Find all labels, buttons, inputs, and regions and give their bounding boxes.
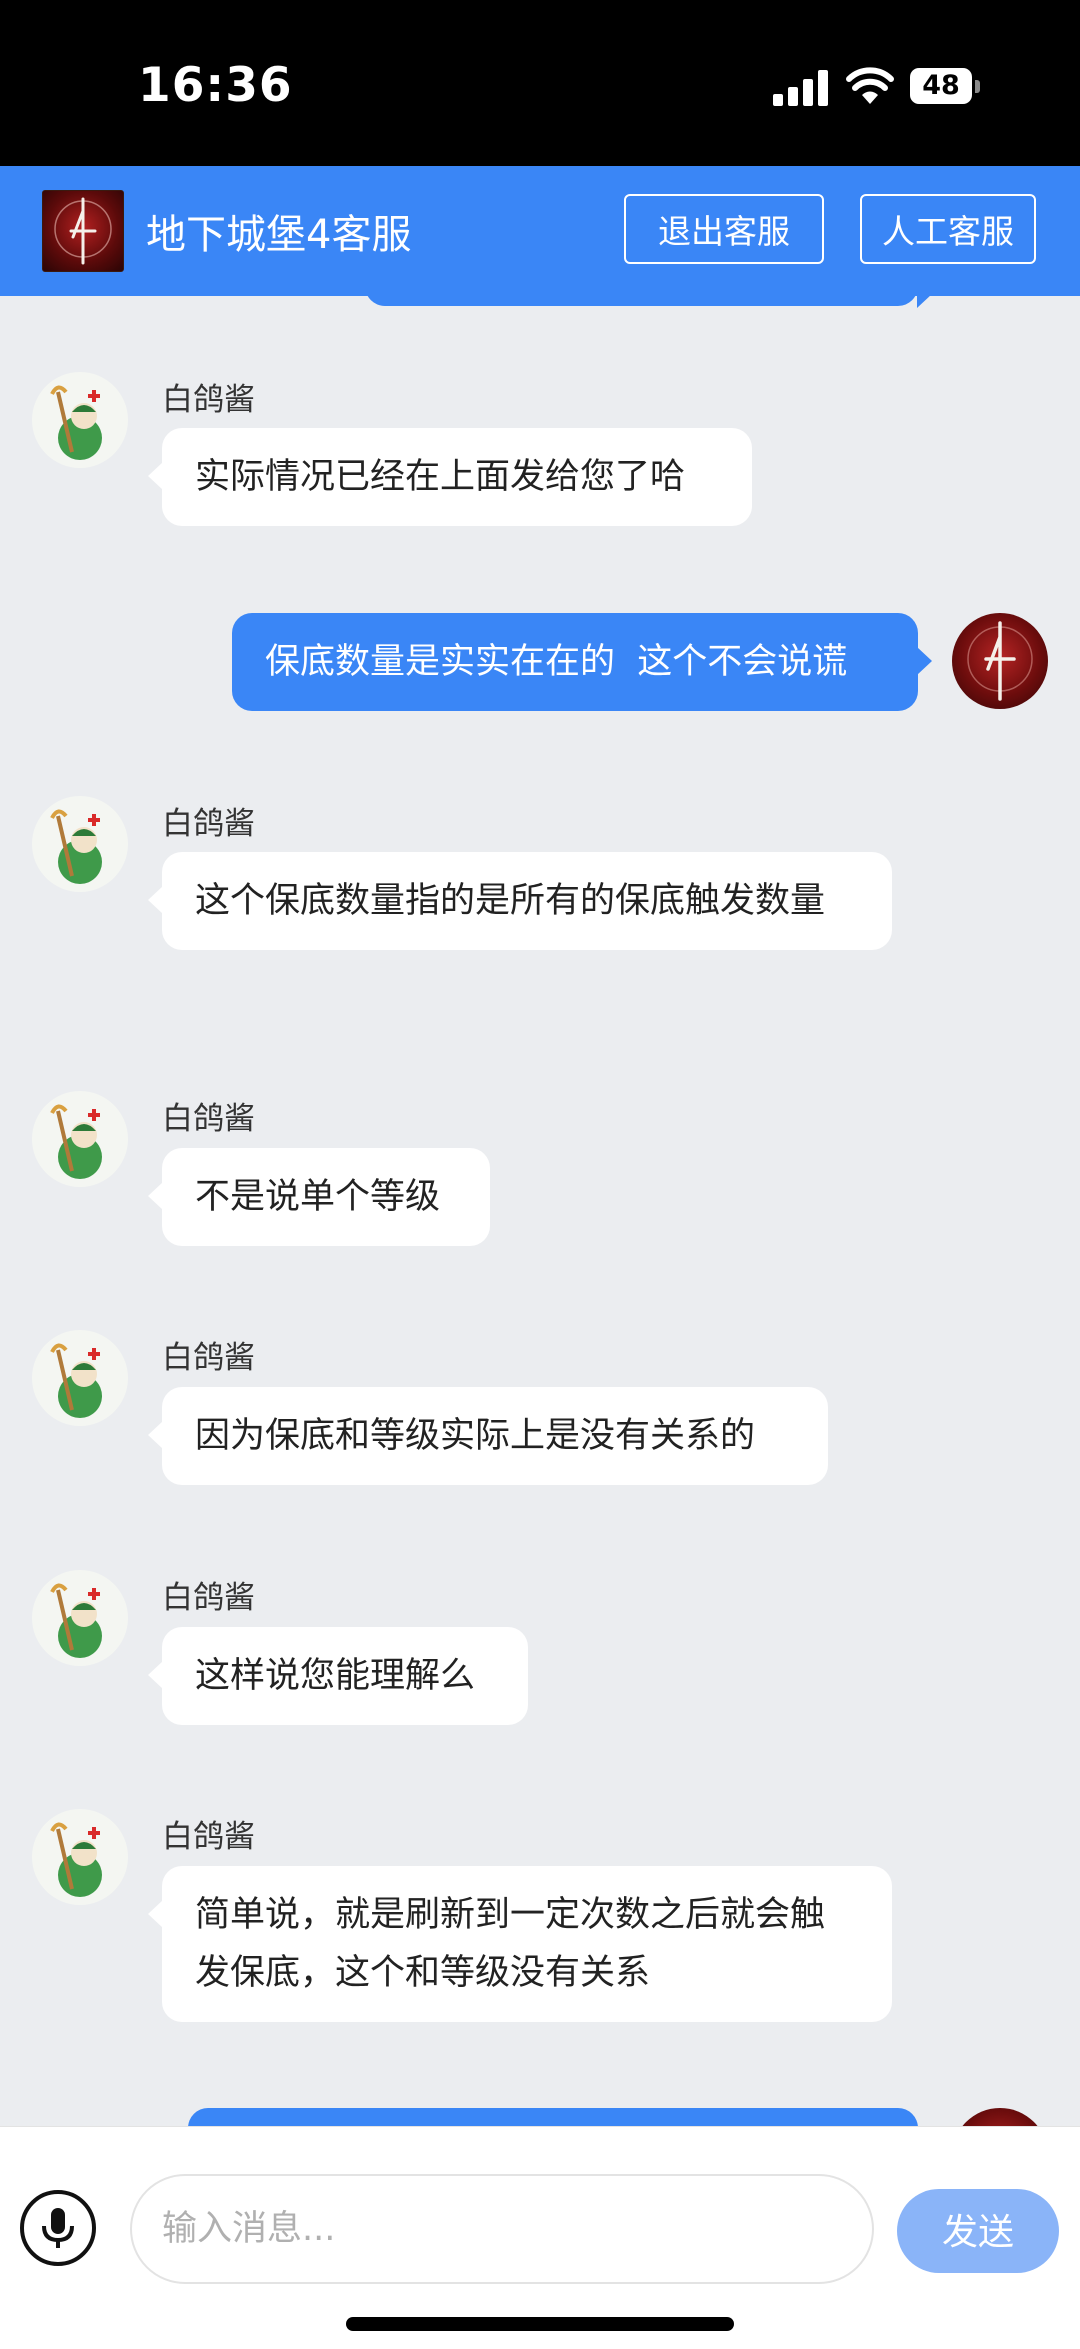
microphone-icon [42, 2208, 74, 2248]
microphone-button[interactable] [20, 2190, 96, 2266]
message-bubble[interactable]: 因为保底和等级实际上是没有关系的 [148, 1387, 828, 1485]
exit-service-button[interactable]: 退出客服 [624, 194, 824, 264]
message-bubble-partial [188, 2108, 918, 2126]
battery-level: 48 [910, 68, 972, 104]
sender-name: 白鸽酱 [162, 1819, 255, 1855]
message-bubble[interactable]: 这个保底数量指的是所有的保底触发数量 [148, 852, 892, 950]
agent-avatar-icon[interactable] [32, 1809, 128, 1905]
agent-avatar-icon[interactable] [32, 1570, 128, 1666]
message-bubble[interactable]: 这样说您能理解么 [148, 1627, 528, 1725]
sender-name: 白鸽酱 [162, 1101, 255, 1137]
sender-name: 白鸽酱 [162, 806, 255, 842]
send-button[interactable]: 发送 [897, 2189, 1059, 2273]
user-avatar-icon[interactable] [952, 613, 1048, 709]
agent-avatar-icon[interactable] [32, 796, 128, 892]
message-input[interactable] [130, 2174, 874, 2284]
battery-icon: 48 [910, 68, 982, 106]
sender-name: 白鸽酱 [162, 382, 255, 418]
message-bubble[interactable]: 简单说，就是刷新到一定次数之后就会触发保底，这个和等级没有关系 [148, 1866, 892, 2022]
game-logo-icon [42, 190, 124, 272]
status-bar: 16:36 48 [0, 0, 1080, 166]
wifi-icon [846, 66, 894, 106]
user-avatar-icon[interactable] [952, 2108, 1048, 2126]
sender-name: 白鸽酱 [162, 1580, 255, 1616]
input-bar: 发送 [0, 2126, 1080, 2349]
status-time: 16:36 [138, 58, 293, 113]
human-service-button[interactable]: 人工客服 [860, 194, 1036, 264]
signal-icon [773, 70, 829, 106]
message-bubble[interactable]: 实际情况已经在上面发给您了哈 [148, 428, 752, 526]
message-bubble[interactable]: 不是说单个等级 [148, 1148, 490, 1246]
agent-avatar-icon[interactable] [32, 1091, 128, 1187]
chat-messages[interactable]: 白鸽酱 实际情况已经在上面发给您了哈 保底数量是实实在在的 这个不会说谎 白鸽酱… [0, 296, 1080, 2126]
page-title: 地下城堡4客服 [146, 212, 412, 258]
sender-name: 白鸽酱 [162, 1340, 255, 1376]
home-indicator[interactable] [346, 2317, 734, 2331]
agent-avatar-icon[interactable] [32, 372, 128, 468]
message-bubble[interactable]: 保底数量是实实在在的 这个不会说谎 [232, 613, 932, 711]
message-bubble-partial [365, 296, 932, 308]
chat-header: 地下城堡4客服 退出客服 人工客服 [0, 166, 1080, 296]
agent-avatar-icon[interactable] [32, 1330, 128, 1426]
